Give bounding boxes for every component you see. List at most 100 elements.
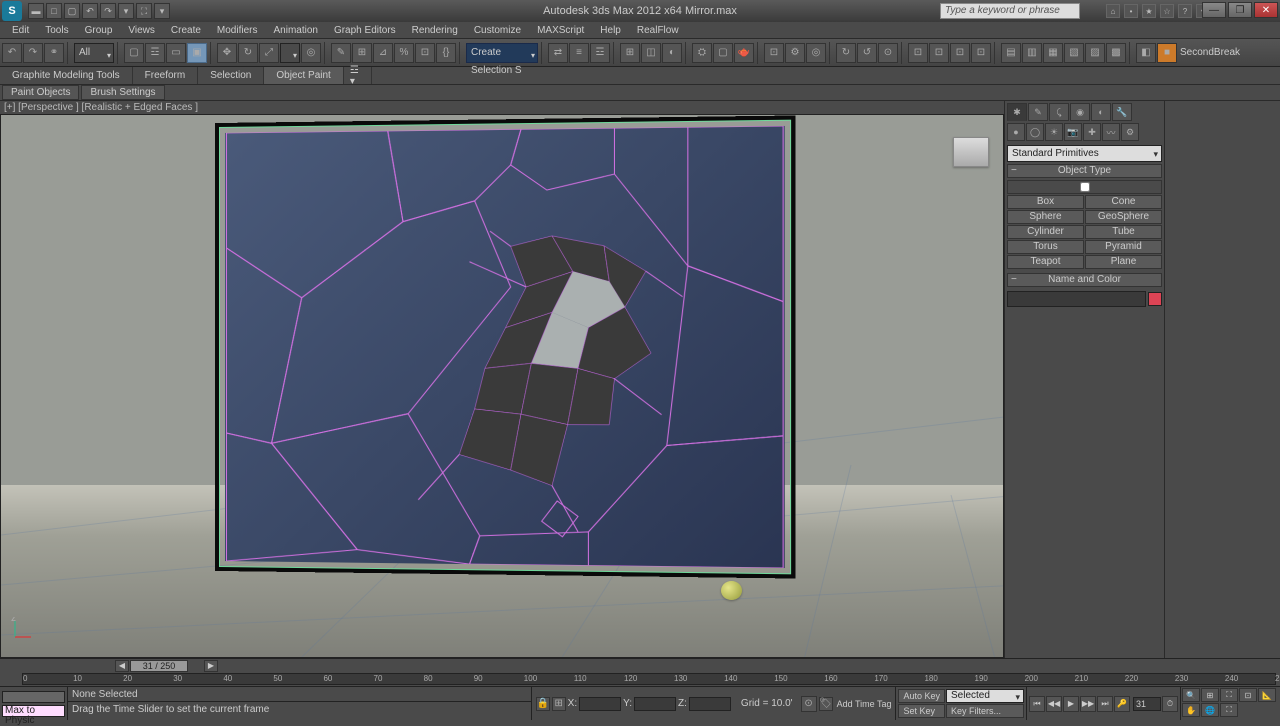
tube-button[interactable]: Tube	[1085, 225, 1162, 239]
play-icon[interactable]: ▶	[1063, 696, 1079, 712]
qat-btn[interactable]: ▢	[64, 3, 80, 19]
fov-icon[interactable]: 📐	[1258, 688, 1276, 702]
extra-icon[interactable]: ↻	[836, 43, 856, 63]
schematic-icon[interactable]: ◫	[641, 43, 661, 63]
time-slider-row[interactable]: ◀ 31 / 250 ▶	[0, 659, 1280, 672]
snap-icon[interactable]: ⊞	[352, 43, 372, 63]
qat-btn-dropdown[interactable]: ▾	[118, 3, 134, 19]
ribbon-tab-graphite[interactable]: Graphite Modeling Tools	[0, 67, 133, 84]
goto-end-icon[interactable]: ⏭	[1097, 696, 1113, 712]
extra-icon[interactable]: ⊡	[908, 43, 928, 63]
viewcube[interactable]	[953, 137, 989, 167]
extra-icon[interactable]: ⚙	[785, 43, 805, 63]
menu-tools[interactable]: Tools	[37, 23, 76, 38]
systems-cat-icon[interactable]: ⚙	[1121, 123, 1139, 141]
ribbon-paint-objects[interactable]: Paint Objects	[2, 85, 79, 100]
extra-icon[interactable]: ◧	[1136, 43, 1156, 63]
keyfilters-button[interactable]: Key Filters...	[946, 704, 1024, 718]
extra-icon[interactable]: ◎	[806, 43, 826, 63]
menu-views[interactable]: Views	[120, 23, 163, 38]
scale-icon[interactable]: ⤢	[259, 43, 279, 63]
extra-icon[interactable]: ⊡	[764, 43, 784, 63]
plane-button[interactable]: Plane	[1085, 255, 1162, 269]
z-input[interactable]	[689, 697, 731, 711]
infocenter-search[interactable]: Type a keyword or phrase	[940, 3, 1080, 19]
modify-tab-icon[interactable]: ✎	[1028, 103, 1048, 121]
pivot-icon[interactable]: ◎	[301, 43, 321, 63]
menu-help[interactable]: Help	[592, 23, 629, 38]
y-input[interactable]	[634, 697, 676, 711]
slider-prev-icon[interactable]: ◀	[115, 660, 129, 672]
percent-snap-icon[interactable]: %	[394, 43, 414, 63]
extra-icon[interactable]: ▧	[1064, 43, 1084, 63]
helpers-cat-icon[interactable]: ✚	[1083, 123, 1101, 141]
extra-icon[interactable]: ▦	[1043, 43, 1063, 63]
qat-btn[interactable]: ↶	[82, 3, 98, 19]
render-icon[interactable]: 🫖	[734, 43, 754, 63]
viewport[interactable]: z	[0, 114, 1004, 658]
render-setup-icon[interactable]: ⛭	[692, 43, 712, 63]
minimize-button[interactable]: —	[1202, 2, 1226, 18]
extra-icon[interactable]: ▥	[1022, 43, 1042, 63]
extra-icon[interactable]: ⊡	[950, 43, 970, 63]
close-button[interactable]: ✕	[1254, 2, 1278, 18]
window-crossing-icon[interactable]: ▣	[187, 43, 207, 63]
menu-rendering[interactable]: Rendering	[404, 23, 466, 38]
pan-icon[interactable]: ✋	[1182, 703, 1200, 717]
qat-btn-dropdown[interactable]: ▾	[154, 3, 170, 19]
rendered-frame-icon[interactable]: ▢	[713, 43, 733, 63]
extra-icon-orange[interactable]: ■	[1157, 43, 1177, 63]
ribbon-collapse-icon[interactable]: ☲ ▾	[344, 67, 372, 84]
lock-selection-icon[interactable]: 🔒	[536, 697, 550, 711]
current-frame-input[interactable]	[1133, 697, 1161, 711]
menu-grapheditors[interactable]: Graph Editors	[326, 23, 404, 38]
menu-customize[interactable]: Customize	[466, 23, 529, 38]
menu-maxscript[interactable]: MAXScript	[529, 23, 592, 38]
selection-filter[interactable]: All	[74, 43, 114, 63]
material-editor-icon[interactable]: ◐	[662, 43, 682, 63]
layers-icon[interactable]: ☲	[590, 43, 610, 63]
menu-animation[interactable]: Animation	[265, 23, 325, 38]
add-time-tag[interactable]: Add Time Tag	[837, 699, 892, 709]
maximize-button[interactable]: ❐	[1228, 2, 1252, 18]
slider-next-icon[interactable]: ▶	[204, 660, 218, 672]
setkey-button[interactable]: Set Key	[898, 704, 945, 718]
maximize-viewport-icon[interactable]: ⛶	[1220, 703, 1238, 717]
qat-btn[interactable]: ▬	[28, 3, 44, 19]
keymode-dropdown[interactable]: Selected	[946, 689, 1024, 703]
torus-button[interactable]: Torus	[1007, 240, 1084, 254]
prev-frame-icon[interactable]: ◀◀	[1046, 696, 1062, 712]
extra-icon[interactable]: ▨	[1085, 43, 1105, 63]
extra-icon[interactable]: ▩	[1106, 43, 1126, 63]
autokey-button[interactable]: Auto Key	[898, 689, 945, 703]
edit-named-icon[interactable]: {}	[436, 43, 456, 63]
link-icon[interactable]: ⚭	[44, 43, 64, 63]
time-tag-icon[interactable]: 🏷	[819, 697, 833, 711]
zoom-icon[interactable]: 🔍	[1182, 688, 1200, 702]
app-menu-icon[interactable]: S	[2, 1, 22, 21]
utilities-tab-icon[interactable]: 🔧	[1112, 103, 1132, 121]
ribbon-tab-selection[interactable]: Selection	[198, 67, 264, 84]
ribbon-tab-freeform[interactable]: Freeform	[133, 67, 199, 84]
geometry-cat-icon[interactable]: ●	[1007, 123, 1025, 141]
box-button[interactable]: Box	[1007, 195, 1084, 209]
menu-create[interactable]: Create	[163, 23, 209, 38]
x-input[interactable]	[579, 697, 621, 711]
ribbon-brush-settings[interactable]: Brush Settings	[81, 85, 164, 100]
display-tab-icon[interactable]: ◐	[1091, 103, 1111, 121]
cone-button[interactable]: Cone	[1085, 195, 1162, 209]
menu-modifiers[interactable]: Modifiers	[209, 23, 266, 38]
time-config-icon[interactable]: ⏱	[1162, 696, 1178, 712]
qat-btn[interactable]: ⛶	[136, 3, 152, 19]
infocenter-btn[interactable]: ☆	[1160, 4, 1174, 18]
move-icon[interactable]: ✥	[217, 43, 237, 63]
align-icon[interactable]: ≡	[569, 43, 589, 63]
extra-icon[interactable]: ▤	[1001, 43, 1021, 63]
menu-group[interactable]: Group	[77, 23, 121, 38]
zoom-extents-icon[interactable]: ⛶	[1220, 688, 1238, 702]
infocenter-btn[interactable]: •	[1124, 4, 1138, 18]
angle-snap-icon[interactable]: ⊿	[373, 43, 393, 63]
sphere-button[interactable]: Sphere	[1007, 210, 1084, 224]
hierarchy-tab-icon[interactable]: ⤹	[1049, 103, 1069, 121]
rollout-object-type[interactable]: Object Type	[1007, 164, 1162, 178]
